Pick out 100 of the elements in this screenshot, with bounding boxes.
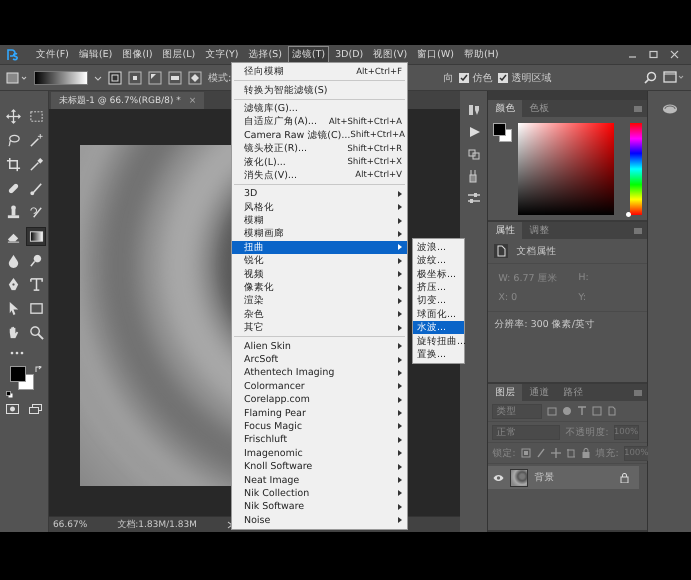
search-icon[interactable] (644, 71, 657, 84)
menu-item[interactable]: 其它 (232, 321, 407, 334)
menu-item[interactable]: ArcSoft (232, 352, 407, 366)
menu-item[interactable]: 镜头校正(R)... Shift+Ctrl+R (232, 142, 407, 156)
menu-item[interactable]: 帮助(H) (460, 46, 503, 63)
menu-item[interactable]: 扭曲 (232, 240, 407, 254)
menu-item[interactable]: 液化(L)... Shift+Ctrl+X (232, 155, 407, 169)
menu-item[interactable]: Focus Magic (232, 420, 407, 434)
menu-item[interactable]: Corelapp.com (232, 392, 407, 406)
menu-item[interactable]: 径向模糊 Alt+Ctrl+F (232, 65, 407, 78)
panel-tab[interactable]: 路径 (556, 384, 590, 401)
menu-item[interactable]: 模糊画廊 (232, 227, 407, 241)
tool-preset-icon[interactable] (6, 70, 28, 84)
menu-item[interactable]: Athentech Imaging (232, 366, 407, 380)
menu-item[interactable]: Alien Skin (232, 339, 407, 353)
shape-filter-icon[interactable] (592, 406, 602, 416)
menu-item[interactable]: 消失点(V)... Alt+Ctrl+V (232, 168, 407, 182)
submenu-item[interactable]: 球面化... (413, 308, 464, 322)
menu-item[interactable]: 自适应广角(A)... Alt+Shift+Ctrl+A (232, 115, 407, 129)
reflected-gradient-icon[interactable] (168, 70, 182, 84)
zoom-level[interactable]: 66.67% (52, 520, 88, 530)
lock-icon[interactable] (620, 472, 630, 482)
linear-gradient-icon[interactable] (108, 70, 122, 84)
menu-item[interactable]: 选择(S) (244, 46, 286, 63)
menu-item[interactable]: 窗口(W) (413, 46, 458, 63)
quick-mask-icon[interactable] (6, 404, 19, 414)
lock-pixels-icon[interactable] (520, 448, 531, 458)
menu-item[interactable]: Imagenomic (232, 446, 407, 460)
smart-object-filter-icon[interactable] (607, 406, 618, 416)
menu-item[interactable]: Colormancer (232, 380, 407, 393)
diamond-gradient-icon[interactable] (188, 70, 202, 84)
cloud-icon[interactable] (662, 103, 678, 114)
submenu-item[interactable]: 置换... (413, 348, 464, 362)
type-filter-icon[interactable] (577, 406, 588, 416)
hue-marker[interactable] (626, 212, 631, 217)
brush-lock-icon[interactable] (536, 448, 546, 458)
document-tab[interactable]: 未标题-1 @ 66.7%(RGB/8) * × (50, 92, 204, 109)
menu-item[interactable]: 3D (232, 187, 407, 201)
dropdown-icon[interactable] (94, 74, 102, 82)
menu-item[interactable]: 3D(D) (331, 47, 368, 62)
workspace-icon[interactable] (663, 71, 685, 84)
menu-item[interactable]: 杂色 (232, 308, 407, 322)
checkbox[interactable] (498, 72, 508, 82)
brushes-icon[interactable] (466, 103, 481, 117)
pixel-filter-icon[interactable] (547, 406, 558, 416)
submenu-item[interactable]: 挤压... (413, 280, 464, 294)
submenu-item[interactable]: 旋转扭曲... (413, 334, 464, 348)
maximize-icon[interactable] (649, 50, 658, 59)
menu-item[interactable]: 编辑(E) (74, 46, 116, 63)
panel-tab[interactable]: 颜色 (488, 100, 522, 117)
artboard-lock-icon[interactable] (566, 448, 576, 458)
screen-mode-icon[interactable] (28, 404, 42, 414)
panel-menu-icon[interactable] (634, 228, 642, 234)
move-lock-icon[interactable] (550, 448, 561, 458)
menu-item[interactable]: 视图(V) (369, 46, 412, 63)
menu-item[interactable]: 像素化 (232, 280, 407, 294)
submenu-item[interactable]: 极坐标... (413, 267, 464, 281)
menu-item[interactable]: Frischluft (232, 433, 407, 447)
menu-item[interactable]: Noise (232, 514, 407, 527)
panel-menu-icon[interactable] (634, 106, 642, 112)
color-swatches-drawing[interactable] (10, 366, 34, 390)
menu-item[interactable]: 图像(I) (118, 46, 157, 63)
layer-row[interactable]: 背景 (488, 466, 640, 489)
menu-item[interactable]: Nik Software (232, 500, 407, 514)
panel-menu-icon[interactable] (634, 390, 642, 396)
default-colors-icon[interactable] (6, 391, 13, 398)
eye-icon[interactable] (493, 474, 504, 482)
submenu-item[interactable]: 波浪... (413, 240, 464, 254)
menu-item[interactable]: 图层(L) (158, 46, 200, 63)
angle-gradient-icon[interactable] (148, 70, 162, 84)
menu-item[interactable]: Flaming Pear (232, 406, 407, 420)
menu-item[interactable]: Nik Collection (232, 486, 407, 500)
menu-item[interactable]: 模糊 (232, 214, 407, 228)
panel-tab[interactable]: 色板 (522, 100, 556, 117)
menu-item[interactable]: 渲染 (232, 294, 407, 308)
lock-icon[interactable] (580, 448, 591, 458)
color-swatches-drawing[interactable] (493, 123, 512, 142)
panel-tab[interactable]: 通道 (522, 384, 556, 401)
swap-icon[interactable] (34, 366, 42, 373)
radial-gradient-icon[interactable] (128, 70, 142, 84)
adjustment-filter-icon[interactable] (562, 406, 572, 416)
submenu-item[interactable]: 切变... (413, 294, 464, 308)
menu-item[interactable]: 视频 (232, 267, 407, 281)
menu-item[interactable]: 滤镜(T) (288, 46, 330, 63)
panel-tab[interactable]: 调整 (522, 222, 556, 239)
clone-source-icon[interactable] (466, 147, 481, 161)
color-field[interactable] (518, 123, 614, 215)
menu-item[interactable]: Neat Image (232, 473, 407, 487)
menu-item[interactable]: 文字(Y) (201, 46, 242, 63)
menu-item[interactable]: Knoll Software (232, 460, 407, 474)
menu-item[interactable]: 锐化 (232, 254, 407, 268)
checkbox[interactable] (459, 72, 470, 82)
tool-button[interactable] (26, 227, 46, 246)
submenu-item[interactable]: 水波... (413, 321, 464, 334)
menu-item[interactable]: Camera Raw 滤镜(C)...Shift+Ctrl+A (232, 128, 407, 142)
menu-item[interactable]: 文件(F) (32, 46, 73, 63)
close-icon[interactable] (670, 50, 679, 59)
sliders-icon[interactable] (466, 191, 481, 205)
more-icon[interactable] (10, 350, 24, 356)
submenu-item[interactable]: 波纹... (413, 254, 464, 268)
